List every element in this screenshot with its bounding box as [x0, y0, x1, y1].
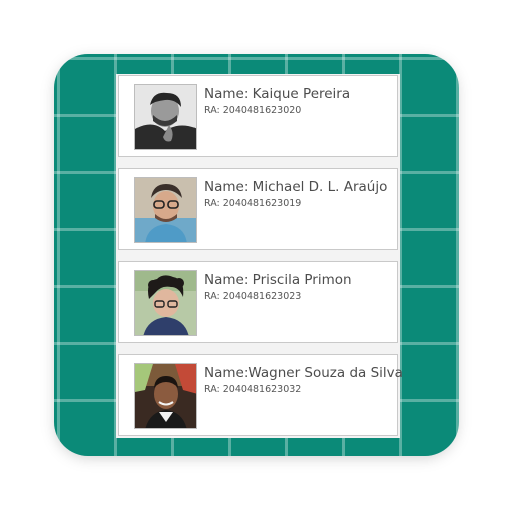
list-item[interactable]: Name: Priscila Primon RA: 2040481623023: [118, 261, 398, 343]
student-list: Name: Kaique Pereira RA: 2040481623020 N…: [116, 74, 403, 438]
avatar: [134, 270, 197, 336]
list-item[interactable]: Name: Michael D. L. Araújo RA: 204048162…: [118, 168, 398, 250]
student-name: Name: Kaique Pereira: [204, 86, 351, 102]
student-name: Name: Michael D. L. Araújo: [204, 179, 388, 195]
avatar: [134, 177, 197, 243]
student-ra: RA: 2040481623032: [204, 384, 302, 395]
student-ra: RA: 2040481623023: [204, 291, 302, 302]
student-ra: RA: 2040481623019: [204, 198, 302, 209]
student-name: Name:Wagner Souza da Silva: [204, 365, 403, 381]
list-item[interactable]: Name: Kaique Pereira RA: 2040481623020: [118, 75, 398, 157]
student-ra: RA: 2040481623020: [204, 105, 302, 116]
student-name: Name: Priscila Primon: [204, 272, 352, 288]
avatar: [134, 363, 197, 429]
app-icon-background: Name: Kaique Pereira RA: 2040481623020 N…: [54, 54, 459, 456]
list-item[interactable]: Name:Wagner Souza da Silva RA: 204048162…: [118, 354, 403, 436]
avatar: [134, 84, 197, 150]
